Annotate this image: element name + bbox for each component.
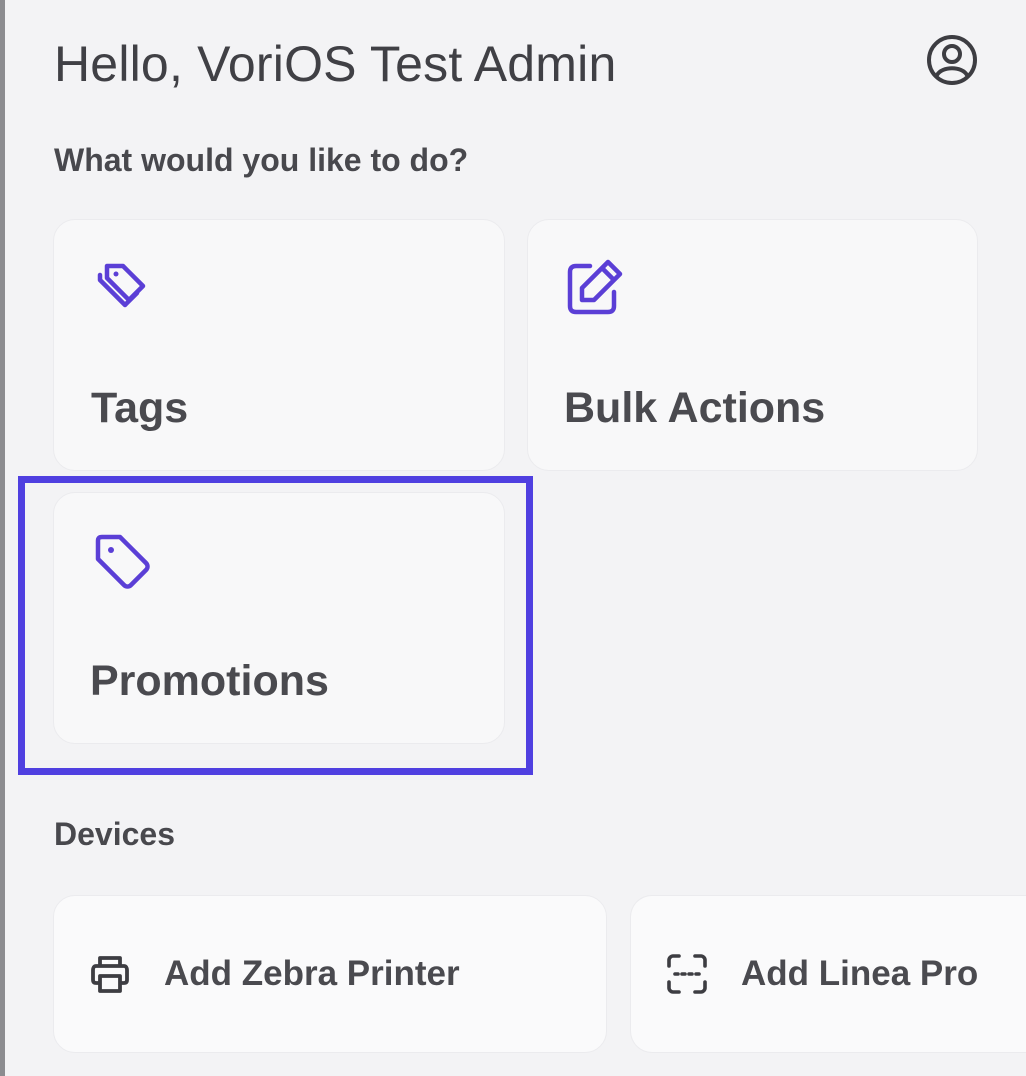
tag-icon: [90, 529, 154, 593]
add-zebra-printer-button[interactable]: Add Zebra Printer: [53, 895, 607, 1053]
bulk-actions-card-label: Bulk Actions: [564, 384, 826, 432]
promotions-card-label: Promotions: [90, 657, 329, 705]
profile-button[interactable]: [924, 32, 980, 88]
tags-card[interactable]: Tags: [53, 219, 505, 471]
tags-icon: [92, 256, 156, 320]
add-linea-pro-button[interactable]: Add Linea Pro: [630, 895, 1026, 1053]
add-zebra-printer-label: Add Zebra Printer: [164, 954, 460, 993]
promotions-card[interactable]: Promotions: [53, 492, 505, 744]
actions-prompt: What would you like to do?: [54, 142, 469, 178]
scanner-icon: [665, 952, 709, 996]
user-circle-icon: [927, 35, 977, 85]
add-linea-pro-label: Add Linea Pro: [741, 954, 979, 993]
printer-icon: [88, 952, 132, 996]
window-edge: [0, 0, 5, 1076]
tags-card-label: Tags: [91, 384, 189, 432]
page-title: Hello, VoriOS Test Admin: [54, 36, 617, 92]
edit-icon: [562, 256, 626, 320]
bulk-actions-card[interactable]: Bulk Actions: [527, 219, 978, 471]
devices-title: Devices: [54, 816, 175, 852]
